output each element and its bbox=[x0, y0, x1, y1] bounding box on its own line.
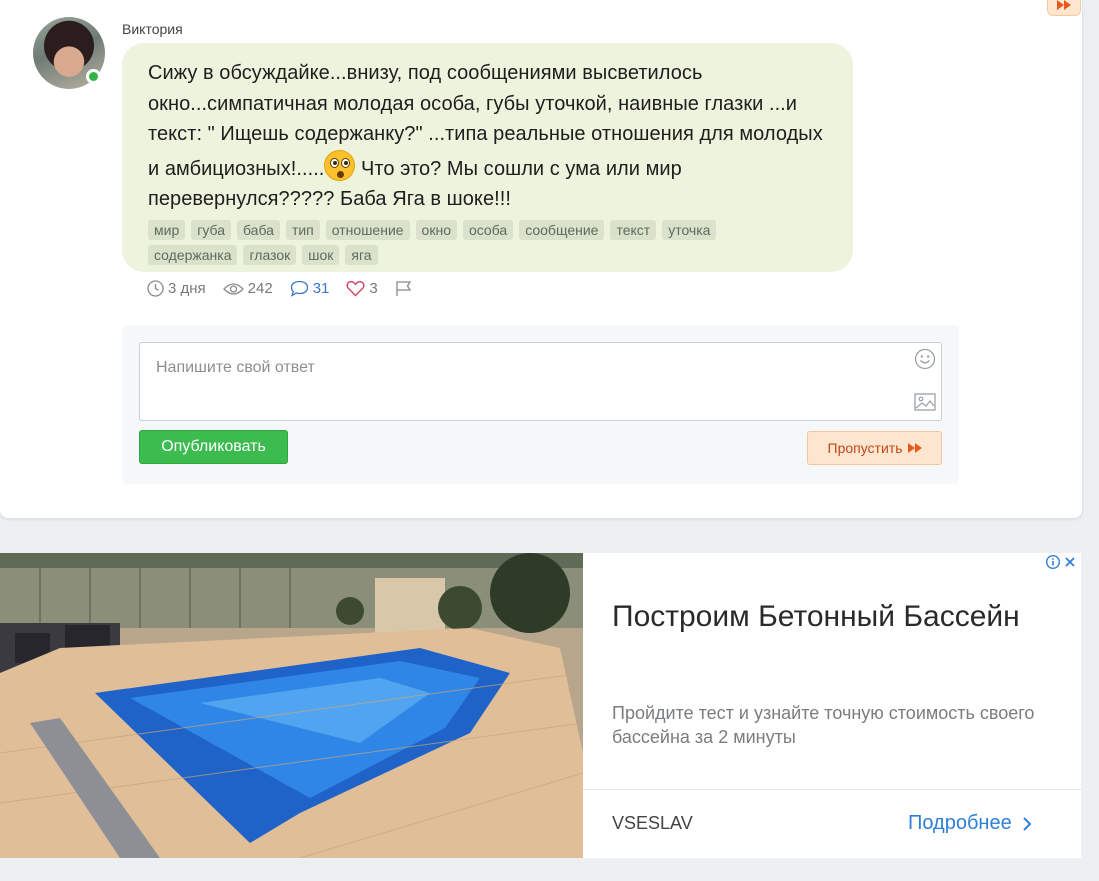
fast-forward-icon bbox=[1057, 0, 1071, 10]
ad-title[interactable]: Построим Бетонный Бассейн bbox=[612, 596, 1052, 638]
post-stats: 3 дня 242 31 3 bbox=[147, 280, 434, 297]
tag[interactable]: особа bbox=[462, 219, 514, 240]
comments-button[interactable]: 31 bbox=[290, 280, 330, 297]
tag[interactable]: тип bbox=[285, 219, 320, 240]
tag-list: мир губа баба тип отношение окно особа с… bbox=[148, 219, 788, 265]
eye-icon bbox=[222, 282, 244, 295]
astonished-face-icon bbox=[324, 149, 356, 181]
post-card: Виктория Сижу в обсуждайке...внизу, под … bbox=[0, 0, 1082, 518]
ad-badges bbox=[1046, 555, 1077, 569]
report-button[interactable] bbox=[395, 280, 417, 297]
comments-value: 31 bbox=[312, 280, 330, 297]
top-skip-button[interactable] bbox=[1047, 0, 1081, 16]
tag[interactable]: губа bbox=[191, 219, 231, 240]
tag[interactable]: уточка bbox=[662, 219, 717, 240]
publish-button[interactable]: Опубликовать bbox=[139, 430, 288, 464]
ad-more-label: Подробнее bbox=[908, 812, 1012, 834]
reply-form: Опубликовать Пропустить bbox=[122, 325, 959, 484]
heart-icon bbox=[346, 281, 365, 297]
close-icon[interactable] bbox=[1063, 555, 1077, 569]
tag[interactable]: сообщение bbox=[519, 219, 605, 240]
info-icon[interactable] bbox=[1046, 555, 1060, 569]
tag[interactable]: глазок bbox=[243, 244, 297, 265]
reply-input[interactable] bbox=[139, 342, 942, 421]
image-icon[interactable] bbox=[914, 393, 936, 416]
smile-icon[interactable] bbox=[914, 348, 936, 375]
like-button[interactable]: 3 bbox=[346, 280, 378, 297]
chevron-right-icon bbox=[1023, 816, 1032, 831]
clock-icon bbox=[147, 280, 164, 297]
post-time-value: 3 дня bbox=[168, 280, 206, 297]
message-text: Сижу в обсуждайке...внизу, под сообщения… bbox=[148, 58, 827, 215]
ad-divider bbox=[583, 789, 1081, 790]
ad-banner[interactable]: Построим Бетонный Бассейн Пройдите тест … bbox=[0, 553, 1081, 858]
tag[interactable]: окно bbox=[415, 219, 457, 240]
tag[interactable]: мир bbox=[148, 219, 186, 240]
online-status-dot bbox=[86, 69, 101, 84]
skip-label: Пропустить bbox=[827, 440, 903, 456]
fast-forward-icon bbox=[907, 443, 922, 453]
tag[interactable]: баба bbox=[236, 219, 280, 240]
tag[interactable]: содержанка bbox=[148, 244, 238, 265]
tag[interactable]: яга bbox=[345, 244, 378, 265]
tag[interactable]: отношение bbox=[325, 219, 410, 240]
message-bubble: Сижу в обсуждайке...внизу, под сообщения… bbox=[122, 43, 853, 272]
views-value: 242 bbox=[247, 280, 273, 297]
likes-value: 3 bbox=[369, 280, 378, 297]
ad-more-link[interactable]: Подробнее bbox=[908, 812, 1032, 835]
flag-icon bbox=[396, 281, 411, 296]
ad-description: Пройдите тест и узнайте точную стоимость… bbox=[612, 703, 1035, 747]
skip-button[interactable]: Пропустить bbox=[807, 431, 942, 465]
tag[interactable]: текст bbox=[610, 219, 657, 240]
tag[interactable]: шок bbox=[302, 244, 340, 265]
comment-icon bbox=[290, 280, 308, 297]
views-count: 242 bbox=[222, 280, 273, 297]
post-time: 3 дня bbox=[147, 280, 206, 297]
pool-photo bbox=[0, 553, 583, 858]
author-name[interactable]: Виктория bbox=[122, 21, 183, 37]
ad-brand: VSESLAV bbox=[612, 813, 693, 833]
